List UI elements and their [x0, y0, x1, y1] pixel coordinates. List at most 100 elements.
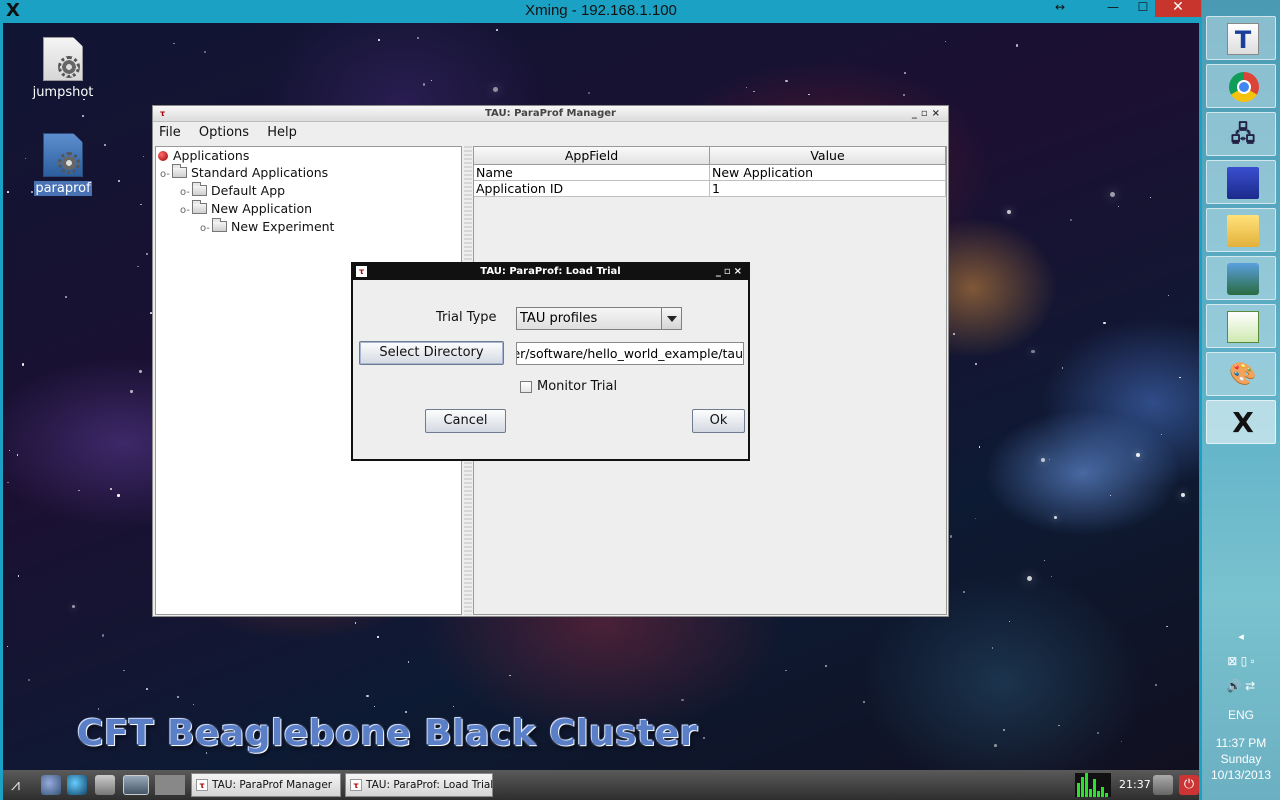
star [18, 575, 20, 577]
star [753, 90, 755, 93]
star [1006, 209, 1012, 214]
taskbar-app-paint[interactable]: 🎨 [1206, 352, 1276, 396]
wallpaper-text: CFT Beaglebone Black Cluster [77, 713, 698, 754]
column-header-value[interactable]: Value [710, 147, 946, 165]
workspace-1-icon[interactable] [123, 775, 149, 795]
star [137, 265, 139, 268]
file-explorer-icon [1227, 215, 1259, 247]
manager-window-controls[interactable]: _▫× [912, 106, 944, 121]
tau-icon: T [1227, 23, 1259, 55]
windows-taskbar: T 🖧 🎨 X ◂ ⊠ ▯ ▫ 🔊 ⇄ ENG 11:37 PM Sunday … [1202, 0, 1280, 800]
cancel-button[interactable]: Cancel [425, 409, 506, 433]
expand-toggle-icon[interactable]: o- [160, 166, 172, 184]
tray-icons-row-2[interactable]: 🔊 ⇄ [1202, 679, 1280, 693]
taskbar-app-chrome[interactable] [1206, 64, 1276, 108]
menu-file[interactable]: File [159, 122, 181, 144]
menu-options[interactable]: Options [199, 122, 249, 144]
star [377, 38, 380, 41]
table-cell[interactable]: 1 [710, 181, 946, 197]
taskbar-app-explorer[interactable] [1206, 208, 1276, 252]
taskbar-app-network[interactable]: 🖧 [1206, 112, 1276, 156]
task-load-trial[interactable]: τ TAU: ParaProf: Load Trial [345, 773, 493, 797]
show-desktop-icon[interactable] [95, 775, 115, 795]
column-header-appfield[interactable]: AppField [474, 147, 710, 165]
workspace-2-icon[interactable] [155, 775, 185, 795]
taskbar-app-chart[interactable] [1206, 304, 1276, 348]
xming-icon: X [1232, 406, 1254, 439]
star [496, 29, 499, 31]
taskbar-app-save[interactable] [1206, 160, 1276, 204]
x-clock[interactable]: 21:37 [1119, 770, 1151, 800]
star [1155, 684, 1158, 687]
menu-help[interactable]: Help [267, 122, 297, 144]
tau-icon: τ [350, 779, 362, 791]
start-menu-icon[interactable]: ⩘ [11, 775, 37, 795]
table-row[interactable]: Name New Application [474, 165, 946, 181]
star [123, 669, 125, 671]
tray-icons-row-1[interactable]: ⊠ ▯ ▫ [1202, 654, 1280, 668]
table-cell[interactable]: New Application [710, 165, 946, 181]
home-folder-icon[interactable] [41, 775, 61, 795]
expand-toggle-icon[interactable]: o- [200, 220, 212, 238]
document-gear-icon [43, 133, 83, 177]
tray-expand-icon[interactable]: ◂ [1202, 630, 1280, 643]
user-switch-icon[interactable] [1153, 775, 1173, 795]
star [1041, 457, 1045, 462]
select-directory-button[interactable]: Select Directory [359, 341, 504, 365]
resize-button[interactable]: ↔ [1040, 0, 1080, 17]
star [1031, 349, 1035, 354]
star [1002, 728, 1005, 731]
web-browser-icon[interactable] [67, 775, 87, 795]
desktop-icon-label: jumpshot [32, 85, 94, 100]
tree-node-default-app[interactable]: o- Default App [180, 182, 285, 200]
taskbar-app-xming[interactable]: X [1206, 400, 1276, 444]
manager-titlebar[interactable]: τ TAU: ParaProf Manager _▫× [153, 106, 948, 122]
taskbar-app-tau[interactable]: T [1206, 16, 1276, 60]
star [373, 705, 376, 708]
star [1135, 453, 1140, 458]
tree-node-applications[interactable]: Applications [158, 147, 249, 165]
star [71, 604, 76, 608]
dialog-titlebar[interactable]: τ TAU: ParaProf: Load Trial _▫× [353, 264, 748, 280]
lock-transfer-icon [1227, 263, 1259, 295]
chevron-down-icon[interactable] [661, 308, 681, 329]
trial-type-select[interactable]: TAU profiles [516, 307, 682, 330]
tree-node-new-experiment[interactable]: o- New Experiment [200, 218, 334, 236]
star [1069, 218, 1072, 221]
expand-toggle-icon[interactable]: o- [180, 202, 192, 220]
paint-palette-icon: 🎨 [1229, 362, 1257, 387]
star [109, 488, 112, 491]
desktop-icon-paraprof[interactable]: paraprof [28, 133, 98, 196]
tree-node-standard-applications[interactable]: o- Standard Applications [160, 164, 328, 182]
star [1043, 559, 1046, 562]
taskbar-app-transfer[interactable] [1206, 256, 1276, 300]
task-paraprof-manager[interactable]: τ TAU: ParaProf Manager [191, 773, 341, 797]
monitor-trial-checkbox[interactable] [520, 381, 532, 393]
xming-window-title: Xming - 192.168.1.100 [525, 2, 677, 19]
star [172, 42, 175, 45]
star [417, 36, 420, 39]
tree-node-new-application[interactable]: o- New Application [180, 200, 312, 218]
star [862, 700, 865, 703]
star [377, 636, 379, 638]
chrome-icon [1229, 72, 1259, 102]
table-row[interactable]: Application ID 1 [474, 181, 946, 197]
desktop-icon-label: paraprof [34, 181, 92, 196]
star [16, 454, 19, 456]
star [82, 115, 84, 118]
power-icon[interactable]: ⏻ [1179, 775, 1199, 795]
language-indicator[interactable]: ENG [1202, 708, 1280, 722]
desktop-icon-jumpshot[interactable]: jumpshot [28, 37, 98, 100]
folder-icon [192, 182, 207, 196]
ok-button[interactable]: Ok [692, 409, 745, 433]
star [407, 661, 410, 663]
load-trial-dialog: τ TAU: ParaProf: Load Trial _▫× Trial Ty… [351, 262, 750, 461]
close-button[interactable]: ✕ [1155, 0, 1201, 17]
chart-editor-icon [1227, 311, 1259, 343]
directory-path-input[interactable]: er/software/hello_world_example/tau [516, 342, 744, 365]
cpu-monitor-graph [1075, 773, 1111, 797]
star [101, 634, 105, 637]
clock-time[interactable]: 11:37 PM [1202, 736, 1280, 750]
dialog-window-controls[interactable]: _▫× [716, 264, 745, 279]
star [994, 744, 997, 747]
